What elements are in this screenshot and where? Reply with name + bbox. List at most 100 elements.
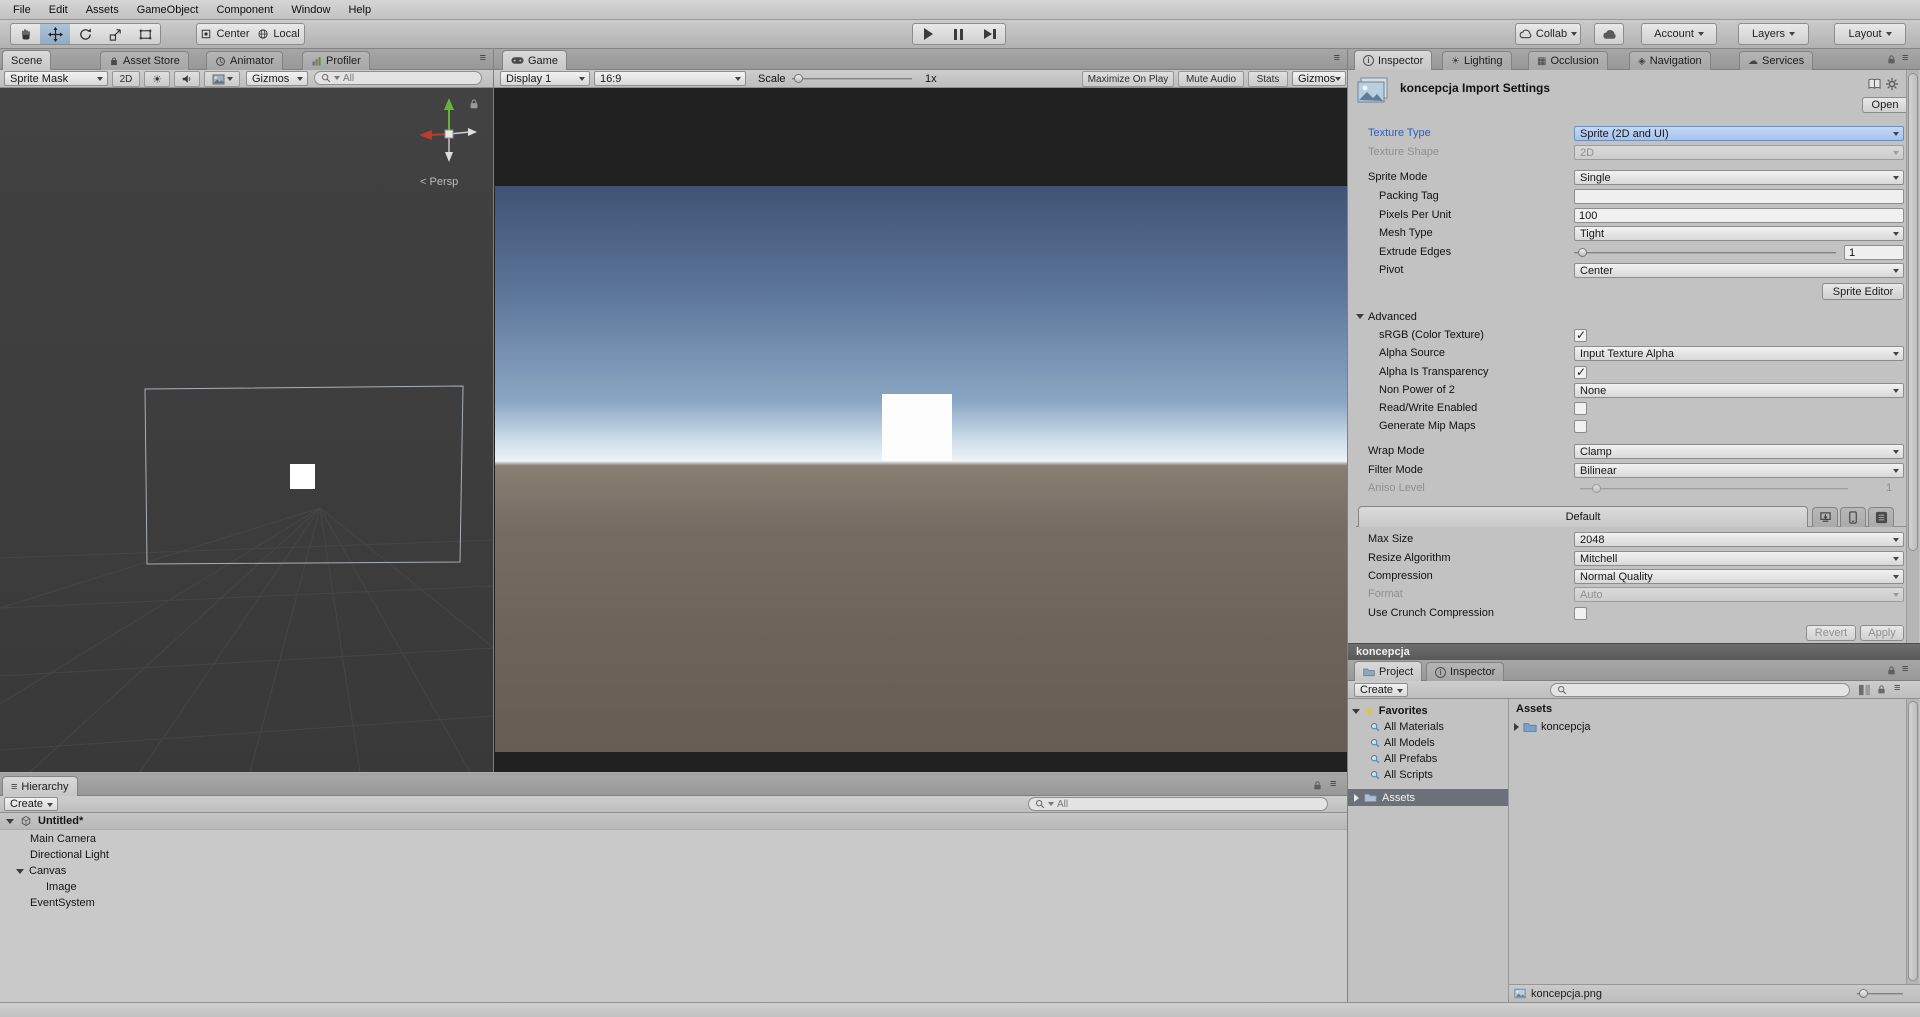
hierarchy-lock-icon[interactable]	[1312, 780, 1323, 791]
favorites-all-scripts[interactable]: All Scripts	[1348, 767, 1508, 783]
menu-file[interactable]: File	[4, 0, 40, 20]
favorites-all-models[interactable]: All Models	[1348, 735, 1508, 751]
thumbnail-zoom-thumb[interactable]	[1859, 989, 1868, 998]
scene-gizmo-lock-icon[interactable]	[468, 98, 480, 110]
packing-tag-field[interactable]	[1574, 189, 1904, 204]
scene-projection-label[interactable]: < Persp	[420, 176, 458, 188]
platform-tab-default[interactable]: Default	[1358, 506, 1808, 527]
project-toolbar-menu-icon[interactable]: ≡	[1894, 682, 1900, 694]
mesh-type-dropdown[interactable]: Tight	[1574, 226, 1904, 241]
project-search-input[interactable]	[1550, 683, 1850, 697]
project-scrollbar-thumb[interactable]	[1908, 701, 1918, 981]
menu-component[interactable]: Component	[207, 0, 282, 20]
favorites-all-materials[interactable]: All Materials	[1348, 719, 1508, 735]
collab-button[interactable]: Collab	[1515, 23, 1581, 45]
advanced-foldout-icon[interactable]	[1356, 314, 1364, 319]
menu-edit[interactable]: Edit	[40, 0, 77, 20]
texture-type-dropdown[interactable]: Sprite (2D and UI)	[1574, 126, 1904, 141]
sprite-mode-dropdown[interactable]: Single	[1574, 170, 1904, 185]
pivot-toggle-button[interactable]: Center	[196, 23, 254, 45]
rect-tool-button[interactable]	[130, 23, 161, 45]
project-scrollbar[interactable]	[1906, 699, 1919, 984]
alpha-source-dropdown[interactable]: Input Texture Alpha	[1574, 346, 1904, 361]
scene-lighting-toggle[interactable]: ☀	[144, 71, 170, 87]
pixels-per-unit-field[interactable]: 100	[1574, 208, 1904, 223]
menu-assets[interactable]: Assets	[77, 0, 128, 20]
tab-lighting[interactable]: ☀ Lighting	[1442, 51, 1512, 70]
menu-gameobject[interactable]: GameObject	[128, 0, 208, 20]
scene-pane-menu-icon[interactable]: ≡	[480, 52, 486, 64]
platform-tab-other[interactable]	[1868, 507, 1894, 527]
max-size-dropdown[interactable]: 2048	[1574, 532, 1904, 547]
move-tool-button[interactable]	[40, 23, 71, 45]
hierarchy-item-main-camera[interactable]: Main Camera	[0, 831, 1348, 847]
non-power-of-2-dropdown[interactable]: None	[1574, 383, 1904, 398]
open-button[interactable]: Open	[1862, 97, 1908, 113]
extrude-edges-slider[interactable]	[1574, 245, 1836, 260]
mute-audio-toggle[interactable]: Mute Audio	[1178, 71, 1244, 87]
read-write-checkbox[interactable]	[1574, 402, 1587, 415]
account-dropdown[interactable]: Account	[1641, 23, 1717, 45]
tab-game[interactable]: Game	[502, 50, 567, 70]
stats-toggle[interactable]: Stats	[1248, 71, 1288, 87]
scene-gizmos-dropdown[interactable]: Gizmos	[246, 71, 308, 86]
scene-drawmode-dropdown[interactable]: Sprite Mask	[4, 71, 108, 86]
thumbnail-zoom-slider[interactable]	[1857, 987, 1907, 1001]
project-pane-menu-icon[interactable]: ≡	[1902, 663, 1908, 675]
hierarchy-item-image[interactable]: Image	[0, 879, 1348, 895]
tab-inspector[interactable]: Inspector	[1354, 50, 1433, 70]
game-pane-menu-icon[interactable]: ≡	[1334, 52, 1340, 64]
tab-navigation[interactable]: ◈ Navigation	[1629, 51, 1711, 70]
play-button[interactable]	[912, 23, 944, 45]
scale-tool-button[interactable]	[100, 23, 131, 45]
inspector-pane-menu-icon[interactable]: ≡	[1902, 52, 1908, 64]
sprite-editor-button[interactable]: Sprite Editor	[1822, 283, 1904, 300]
canvas-foldout-icon[interactable]	[16, 868, 24, 874]
tab-asset-store[interactable]: Asset Store	[100, 51, 189, 70]
tab-profiler[interactable]: Profiler	[302, 51, 370, 70]
hierarchy-scene-row[interactable]: Untitled*	[0, 813, 1348, 830]
inspector-lock-icon[interactable]	[1886, 54, 1897, 65]
hierarchy-item-canvas[interactable]: Canvas	[0, 863, 1348, 879]
tab-services[interactable]: ☁ Services	[1739, 51, 1814, 70]
pivot-dropdown[interactable]: Center	[1574, 263, 1904, 278]
apply-button[interactable]: Apply	[1860, 625, 1904, 641]
filter-mode-dropdown[interactable]: Bilinear	[1574, 463, 1904, 478]
scene-effects-dropdown[interactable]	[204, 71, 240, 87]
scene-foldout-icon[interactable]	[6, 818, 14, 824]
assets-foldout-icon[interactable]	[1354, 793, 1359, 802]
game-viewport[interactable]	[494, 88, 1348, 772]
help-icon[interactable]	[1868, 78, 1881, 90]
game-scale-slider-thumb[interactable]	[794, 74, 803, 83]
tab-hierarchy[interactable]: ≡ Hierarchy	[2, 776, 78, 796]
game-scale-slider[interactable]	[792, 71, 918, 86]
layers-dropdown[interactable]: Layers	[1738, 23, 1809, 45]
hierarchy-create-dropdown[interactable]: Create	[4, 797, 58, 811]
resize-algorithm-dropdown[interactable]: Mitchell	[1574, 551, 1904, 566]
scene-2d-toggle[interactable]: 2D	[112, 71, 140, 87]
platform-tab-standalone[interactable]	[1812, 507, 1838, 527]
menu-window[interactable]: Window	[282, 0, 339, 20]
favorites-foldout-icon[interactable]	[1352, 708, 1360, 714]
compression-dropdown[interactable]: Normal Quality	[1574, 569, 1904, 584]
project-lock-icon[interactable]	[1886, 665, 1897, 676]
assets-tree-row[interactable]: Assets	[1348, 789, 1508, 806]
hierarchy-search-input[interactable]: All	[1028, 797, 1328, 811]
menu-help[interactable]: Help	[339, 0, 380, 20]
cloud-services-button[interactable]	[1594, 23, 1624, 45]
game-display-dropdown[interactable]: Display 1	[500, 71, 590, 86]
inspector-scrollbar[interactable]	[1906, 70, 1919, 643]
wrap-mode-dropdown[interactable]: Clamp	[1574, 444, 1904, 459]
layout-dropdown[interactable]: Layout	[1834, 23, 1906, 45]
gear-icon[interactable]	[1886, 78, 1898, 90]
hierarchy-item-directional-light[interactable]: Directional Light	[0, 847, 1348, 863]
step-button[interactable]	[974, 23, 1006, 45]
scene-audio-toggle[interactable]	[174, 71, 200, 87]
tab-project[interactable]: Project	[1354, 661, 1423, 681]
project-item-koncepcja[interactable]: koncepcja	[1510, 719, 1906, 735]
alpha-transparency-checkbox[interactable]	[1574, 365, 1587, 379]
project-create-dropdown[interactable]: Create	[1354, 683, 1408, 697]
advanced-foldout-row[interactable]: Advanced	[1348, 310, 1906, 326]
two-column-layout-icon[interactable]	[1858, 684, 1871, 696]
revert-button[interactable]: Revert	[1806, 625, 1856, 641]
